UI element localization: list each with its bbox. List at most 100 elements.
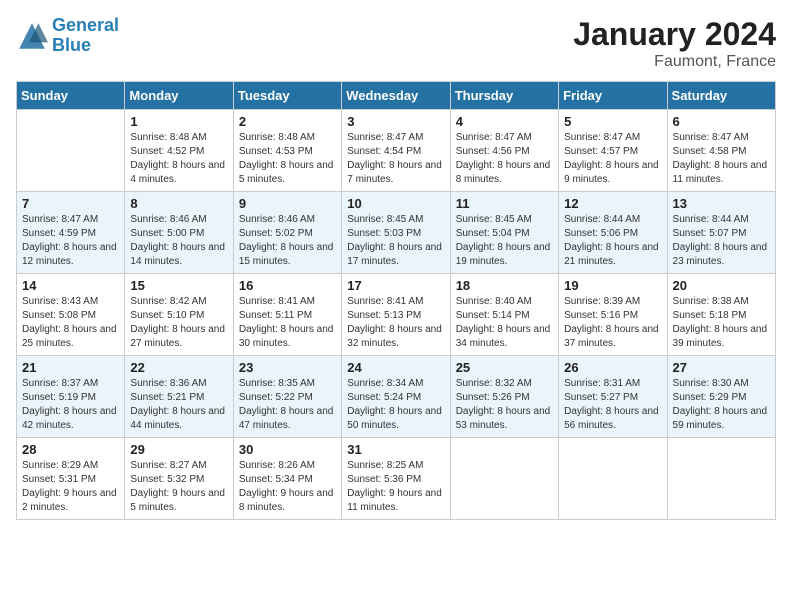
day-cell: 13 Sunrise: 8:44 AMSunset: 5:07 PMDayligh… xyxy=(667,192,775,274)
day-info: Sunrise: 8:35 AMSunset: 5:22 PMDaylight:… xyxy=(239,377,336,433)
day-number: 4 xyxy=(456,114,553,129)
day-number: 20 xyxy=(673,278,770,293)
day-cell xyxy=(450,438,558,520)
day-cell: 20 Sunrise: 8:38 AMSunset: 5:18 PMDayligh… xyxy=(667,274,775,356)
header-cell-thursday: Thursday xyxy=(450,82,558,110)
day-info: Sunrise: 8:36 AMSunset: 5:21 PMDaylight:… xyxy=(130,377,227,433)
day-cell: 5 Sunrise: 8:47 AMSunset: 4:57 PMDaylight… xyxy=(559,110,667,192)
day-number: 31 xyxy=(347,442,444,457)
day-number: 10 xyxy=(347,196,444,211)
day-info: Sunrise: 8:47 AMSunset: 4:56 PMDaylight:… xyxy=(456,131,553,187)
day-cell: 14 Sunrise: 8:43 AMSunset: 5:08 PMDayligh… xyxy=(17,274,125,356)
week-row-1: 7 Sunrise: 8:47 AMSunset: 4:59 PMDaylight… xyxy=(17,192,776,274)
day-info: Sunrise: 8:41 AMSunset: 5:11 PMDaylight:… xyxy=(239,295,336,351)
day-number: 16 xyxy=(239,278,336,293)
day-number: 2 xyxy=(239,114,336,129)
day-cell: 7 Sunrise: 8:47 AMSunset: 4:59 PMDaylight… xyxy=(17,192,125,274)
header-cell-friday: Friday xyxy=(559,82,667,110)
day-cell: 29 Sunrise: 8:27 AMSunset: 5:32 PMDayligh… xyxy=(125,438,233,520)
day-cell: 9 Sunrise: 8:46 AMSunset: 5:02 PMDaylight… xyxy=(233,192,341,274)
day-info: Sunrise: 8:34 AMSunset: 5:24 PMDaylight:… xyxy=(347,377,444,433)
day-info: Sunrise: 8:39 AMSunset: 5:16 PMDaylight:… xyxy=(564,295,661,351)
day-info: Sunrise: 8:25 AMSunset: 5:36 PMDaylight:… xyxy=(347,459,444,515)
logo-text: General Blue xyxy=(52,16,119,56)
day-number: 15 xyxy=(130,278,227,293)
day-number: 9 xyxy=(239,196,336,211)
day-cell: 25 Sunrise: 8:32 AMSunset: 5:26 PMDayligh… xyxy=(450,356,558,438)
day-info: Sunrise: 8:32 AMSunset: 5:26 PMDaylight:… xyxy=(456,377,553,433)
day-cell: 16 Sunrise: 8:41 AMSunset: 5:11 PMDayligh… xyxy=(233,274,341,356)
day-info: Sunrise: 8:40 AMSunset: 5:14 PMDaylight:… xyxy=(456,295,553,351)
day-cell: 27 Sunrise: 8:30 AMSunset: 5:29 PMDayligh… xyxy=(667,356,775,438)
day-number: 29 xyxy=(130,442,227,457)
day-number: 30 xyxy=(239,442,336,457)
day-number: 3 xyxy=(347,114,444,129)
day-cell: 18 Sunrise: 8:40 AMSunset: 5:14 PMDayligh… xyxy=(450,274,558,356)
day-cell: 3 Sunrise: 8:47 AMSunset: 4:54 PMDaylight… xyxy=(342,110,450,192)
day-cell: 19Sunrise: 8:39 AMSunset: 5:16 PMDayligh… xyxy=(559,274,667,356)
header: General Blue January 2024 Faumont, Franc… xyxy=(16,16,776,71)
day-cell xyxy=(17,110,125,192)
day-info: Sunrise: 8:47 AMSunset: 4:57 PMDaylight:… xyxy=(564,131,661,187)
day-info: Sunrise: 8:46 AMSunset: 5:00 PMDaylight:… xyxy=(130,213,227,269)
day-info: Sunrise: 8:47 AMSunset: 4:58 PMDaylight:… xyxy=(673,131,770,187)
day-number: 21 xyxy=(22,360,119,375)
day-cell: 24Sunrise: 8:34 AMSunset: 5:24 PMDayligh… xyxy=(342,356,450,438)
day-cell: 30 Sunrise: 8:26 AMSunset: 5:34 PMDayligh… xyxy=(233,438,341,520)
day-cell xyxy=(667,438,775,520)
header-cell-monday: Monday xyxy=(125,82,233,110)
day-info: Sunrise: 8:47 AMSunset: 4:54 PMDaylight:… xyxy=(347,131,444,187)
day-number: 18 xyxy=(456,278,553,293)
header-cell-saturday: Saturday xyxy=(667,82,775,110)
day-number: 7 xyxy=(22,196,119,211)
day-number: 12 xyxy=(564,196,661,211)
day-info: Sunrise: 8:45 AMSunset: 5:03 PMDaylight:… xyxy=(347,213,444,269)
day-info: Sunrise: 8:38 AMSunset: 5:18 PMDaylight:… xyxy=(673,295,770,351)
day-cell: 12 Sunrise: 8:44 AMSunset: 5:06 PMDayligh… xyxy=(559,192,667,274)
day-info: Sunrise: 8:44 AMSunset: 5:06 PMDaylight:… xyxy=(564,213,661,269)
logo-icon xyxy=(16,20,48,52)
day-cell: 26 Sunrise: 8:31 AMSunset: 5:27 PMDayligh… xyxy=(559,356,667,438)
day-info: Sunrise: 8:45 AMSunset: 5:04 PMDaylight:… xyxy=(456,213,553,269)
calendar-subtitle: Faumont, France xyxy=(573,53,776,71)
week-row-3: 21 Sunrise: 8:37 AMSunset: 5:19 PMDayligh… xyxy=(17,356,776,438)
day-cell: 2 Sunrise: 8:48 AMSunset: 4:53 PMDaylight… xyxy=(233,110,341,192)
day-cell: 1Sunrise: 8:48 AMSunset: 4:52 PMDaylight… xyxy=(125,110,233,192)
day-number: 17 xyxy=(347,278,444,293)
day-number: 14 xyxy=(22,278,119,293)
day-number: 13 xyxy=(673,196,770,211)
day-info: Sunrise: 8:46 AMSunset: 5:02 PMDaylight:… xyxy=(239,213,336,269)
day-cell: 17 Sunrise: 8:41 AMSunset: 5:13 PMDayligh… xyxy=(342,274,450,356)
day-number: 27 xyxy=(673,360,770,375)
header-cell-wednesday: Wednesday xyxy=(342,82,450,110)
day-info: Sunrise: 8:47 AMSunset: 4:59 PMDaylight:… xyxy=(22,213,119,269)
week-row-2: 14 Sunrise: 8:43 AMSunset: 5:08 PMDayligh… xyxy=(17,274,776,356)
day-number: 28 xyxy=(22,442,119,457)
day-info: Sunrise: 8:37 AMSunset: 5:19 PMDaylight:… xyxy=(22,377,119,433)
day-cell: 21 Sunrise: 8:37 AMSunset: 5:19 PMDayligh… xyxy=(17,356,125,438)
day-info: Sunrise: 8:29 AMSunset: 5:31 PMDaylight:… xyxy=(22,459,119,515)
day-number: 26 xyxy=(564,360,661,375)
day-info: Sunrise: 8:41 AMSunset: 5:13 PMDaylight:… xyxy=(347,295,444,351)
day-info: Sunrise: 8:26 AMSunset: 5:34 PMDaylight:… xyxy=(239,459,336,515)
day-number: 5 xyxy=(564,114,661,129)
day-info: Sunrise: 8:27 AMSunset: 5:32 PMDaylight:… xyxy=(130,459,227,515)
logo: General Blue xyxy=(16,16,119,56)
day-number: 8 xyxy=(130,196,227,211)
day-cell: 4 Sunrise: 8:47 AMSunset: 4:56 PMDaylight… xyxy=(450,110,558,192)
day-info: Sunrise: 8:48 AMSunset: 4:53 PMDaylight:… xyxy=(239,131,336,187)
day-info: Sunrise: 8:44 AMSunset: 5:07 PMDaylight:… xyxy=(673,213,770,269)
week-row-0: 1Sunrise: 8:48 AMSunset: 4:52 PMDaylight… xyxy=(17,110,776,192)
day-info: Sunrise: 8:31 AMSunset: 5:27 PMDaylight:… xyxy=(564,377,661,433)
day-cell: 23Sunrise: 8:35 AMSunset: 5:22 PMDayligh… xyxy=(233,356,341,438)
day-cell: 11Sunrise: 8:45 AMSunset: 5:04 PMDayligh… xyxy=(450,192,558,274)
day-info: Sunrise: 8:42 AMSunset: 5:10 PMDaylight:… xyxy=(130,295,227,351)
day-cell: 31 Sunrise: 8:25 AMSunset: 5:36 PMDayligh… xyxy=(342,438,450,520)
day-info: Sunrise: 8:48 AMSunset: 4:52 PMDaylight:… xyxy=(130,131,227,187)
day-info: Sunrise: 8:43 AMSunset: 5:08 PMDaylight:… xyxy=(22,295,119,351)
header-row: SundayMondayTuesdayWednesdayThursdayFrid… xyxy=(17,82,776,110)
day-info: Sunrise: 8:30 AMSunset: 5:29 PMDaylight:… xyxy=(673,377,770,433)
day-cell: 15 Sunrise: 8:42 AMSunset: 5:10 PMDayligh… xyxy=(125,274,233,356)
day-number: 25 xyxy=(456,360,553,375)
day-cell xyxy=(559,438,667,520)
